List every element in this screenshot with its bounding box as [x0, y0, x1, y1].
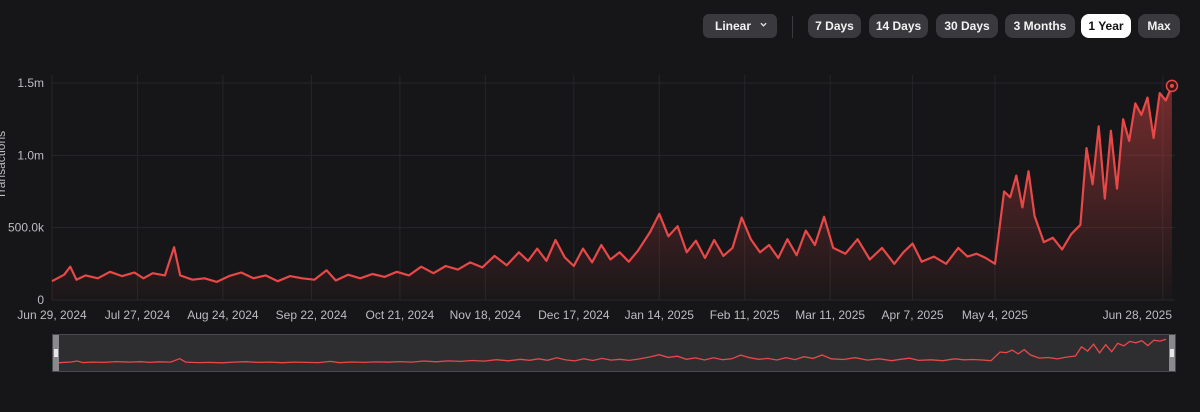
x-tick-label: Nov 18, 2024	[450, 308, 522, 322]
x-tick-label: Feb 11, 2025	[710, 308, 780, 322]
x-tick-label: Oct 21, 2024	[366, 308, 435, 322]
x-tick-label: Dec 17, 2024	[538, 308, 610, 322]
navigator-series-line	[58, 338, 1167, 364]
x-tick-label: Apr 7, 2025	[882, 308, 944, 322]
y-axis-title: Transactions	[0, 131, 8, 199]
x-tick-label: Jan 14, 2025	[625, 308, 695, 322]
navigator-preview	[58, 338, 1167, 364]
navigator-right-handle[interactable]	[1169, 335, 1175, 371]
x-tick-label: Jun 29, 2024	[17, 308, 87, 322]
last-point-dot	[1169, 83, 1174, 88]
y-tick-label: 1.5m	[17, 76, 44, 90]
y-tick-label: 0	[37, 293, 44, 307]
y-tick-label: 500.0k	[8, 221, 45, 235]
x-axis-ticks: Jun 29, 2024 Jul 27, 2024 Aug 24, 2024 Sep …	[17, 308, 1172, 322]
transactions-chart: 0 500.0k 1.0m 1.5m Jun 29, 2024 Jul 27, 2024…	[0, 75, 1179, 322]
last-point-marker	[1165, 79, 1179, 93]
x-tick-label: Jul 27, 2024	[105, 308, 171, 322]
y-tick-label: 1.0m	[17, 148, 44, 162]
range-navigator[interactable]	[52, 334, 1176, 372]
x-tick-label: Jun 28, 2025	[1103, 308, 1173, 322]
navigator-left-handle[interactable]	[53, 335, 59, 371]
x-tick-label: May 4, 2025	[962, 308, 1028, 322]
x-tick-label: Aug 24, 2024	[187, 308, 259, 322]
y-axis-ticks: 0 500.0k 1.0m 1.5m	[8, 76, 45, 307]
x-tick-label: Sep 22, 2024	[276, 308, 348, 322]
x-tick-label: Mar 11, 2025	[795, 308, 865, 322]
